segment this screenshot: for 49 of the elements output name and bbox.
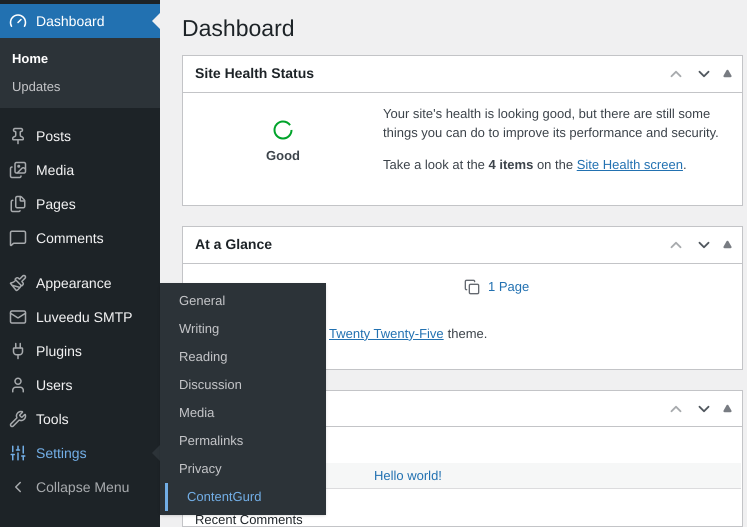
panel-title: Site Health Status: [194, 64, 314, 84]
panel-title: At a Glance: [194, 235, 272, 254]
health-status: Good: [266, 147, 300, 165]
toggle-icon[interactable]: [723, 69, 732, 78]
pages-count-link[interactable]: 1 Page: [488, 277, 530, 297]
flyout-item[interactable]: ContentGurd: [165, 483, 326, 511]
sidebar-item[interactable]: Users: [0, 368, 160, 402]
speech-bubble-icon: [9, 229, 27, 247]
sidebar-item[interactable]: Comments: [0, 221, 160, 255]
flyout-item[interactable]: Discussion: [160, 371, 326, 399]
submenu-item[interactable]: Home: [0, 45, 160, 73]
flyout-item[interactable]: Media: [160, 399, 326, 427]
flyout-item[interactable]: General: [160, 287, 326, 315]
health-ring-icon: [273, 120, 293, 140]
sidebar-item[interactable]: Media: [0, 153, 160, 187]
flyout-item[interactable]: Reading: [160, 343, 326, 371]
gauge-icon: [9, 12, 27, 30]
health-message: Your site's health is looking good, but there are still some things you can do to improve its performance and security.: [383, 104, 720, 142]
theme-link[interactable]: Twenty Twenty-Five: [329, 324, 444, 344]
sliders-icon: [9, 444, 27, 462]
images-icon: [9, 161, 27, 179]
flyout-item[interactable]: Privacy: [160, 455, 326, 483]
toggle-icon[interactable]: [723, 404, 732, 413]
envelope-icon: [9, 308, 27, 326]
site-health-link[interactable]: Site Health screen: [576, 156, 683, 172]
pages-icon: [9, 195, 27, 213]
sidebar-item[interactable]: Posts: [0, 119, 160, 153]
sidebar-item[interactable]: Luveedu SMTP: [0, 300, 160, 334]
user-icon: [9, 376, 27, 394]
flyout-item[interactable]: Writing: [160, 315, 326, 343]
sidebar-item[interactable]: Pages: [0, 187, 160, 221]
pages-icon: [464, 278, 480, 295]
menu-pointer: [152, 13, 160, 29]
theme-text: theme.: [448, 324, 488, 343]
post-link[interactable]: Hello world!: [374, 466, 442, 486]
paintbrush-icon: [9, 274, 27, 292]
flyout-item[interactable]: Permalinks: [160, 427, 326, 455]
section-heading: Recent Comments: [195, 513, 304, 526]
sidebar-item[interactable]: Tools: [0, 402, 160, 436]
sidebar-item[interactable]: Plugins: [0, 334, 160, 368]
submenu-item[interactable]: Updates: [0, 73, 160, 101]
toggle-icon[interactable]: [723, 240, 732, 250]
health-prompt: Take a look at the 4 items on the Site Health screen.: [383, 156, 688, 174]
sidebar-item[interactable]: Appearance: [0, 266, 160, 300]
sidebar-item[interactable]: Collapse Menu: [0, 470, 160, 504]
sidebar-item[interactable]: Dashboard: [0, 4, 160, 38]
pin-icon: [9, 127, 27, 145]
page-title: Dashboard: [182, 14, 296, 43]
wrench-icon: [9, 410, 27, 428]
